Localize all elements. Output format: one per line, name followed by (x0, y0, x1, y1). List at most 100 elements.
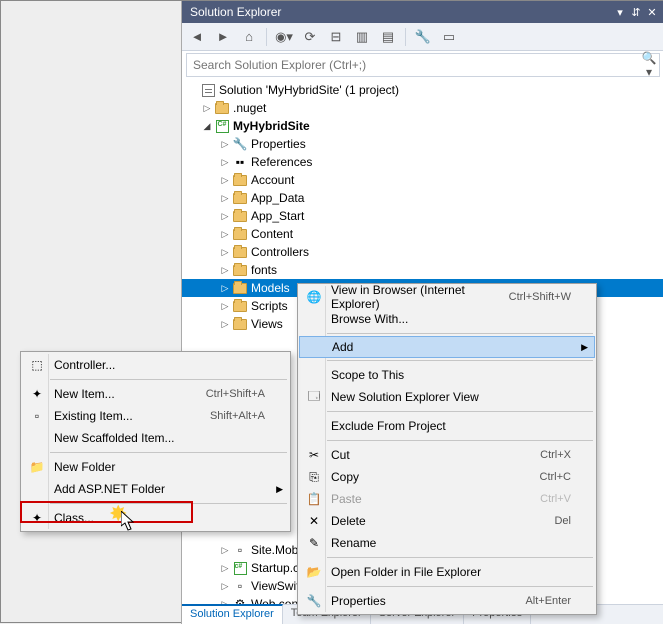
sync-icon[interactable]: ◉▾ (273, 26, 295, 48)
expand-icon[interactable]: ▷ (218, 229, 232, 240)
node-label: Views (251, 317, 283, 331)
new-folder-icon: 📁 (24, 460, 50, 474)
menu-separator (50, 452, 287, 453)
view-code-icon[interactable]: ▭ (438, 26, 460, 48)
show-all-icon[interactable]: ▥ (351, 26, 373, 48)
menu-exclude[interactable]: Exclude From Project (299, 415, 595, 437)
expand-icon[interactable]: ▷ (218, 301, 232, 312)
menu-separator (50, 503, 287, 504)
folder-node[interactable]: ▷Content (182, 225, 663, 243)
menu-new-folder[interactable]: 📁New Folder (22, 456, 289, 478)
node-label: Models (251, 281, 290, 295)
folder-icon (232, 280, 248, 296)
properties-icon[interactable]: 🔧 (412, 26, 434, 48)
new-item-icon: ✦ (24, 387, 50, 401)
csproj-icon (214, 118, 230, 134)
toolbar: ◄ ► ⌂ ◉▾ ⟳ ⊟ ▥ ▤ 🔧 ▭ (182, 23, 663, 51)
collapse-icon[interactable]: ◢ (200, 121, 214, 132)
window-icon: 🗔 (301, 387, 327, 408)
expand-icon[interactable]: ▷ (218, 563, 232, 574)
folder-icon (232, 262, 248, 278)
home-icon[interactable]: ⌂ (238, 26, 260, 48)
expand-icon[interactable]: ▷ (218, 265, 232, 276)
search-box[interactable]: 🔍▾ (186, 53, 660, 77)
node-label: Scripts (251, 299, 288, 313)
expand-icon[interactable]: ▷ (218, 283, 232, 294)
menu-controller[interactable]: ⬚Controller... (22, 354, 289, 376)
menu-add[interactable]: Add▶ (299, 336, 595, 358)
menu-cut[interactable]: ✂CutCtrl+X (299, 444, 595, 466)
project-node[interactable]: ◢ MyHybridSite (182, 117, 663, 135)
expand-icon[interactable]: ▷ (218, 193, 232, 204)
expand-icon[interactable]: ▷ (218, 157, 232, 168)
menu-browse-with[interactable]: Browse With... (299, 308, 595, 330)
search-icon[interactable]: 🔍▾ (639, 51, 659, 79)
close-icon[interactable]: ✕ (644, 6, 660, 19)
folder-node[interactable]: ▷ Controllers (182, 243, 663, 261)
expand-icon[interactable]: ▷ (218, 319, 232, 330)
folder-node[interactable]: ▷App_Start (182, 207, 663, 225)
pin-icon[interactable]: ⇵ (628, 6, 644, 19)
menu-asp-folder[interactable]: Add ASP.NET Folder▶ (22, 478, 289, 500)
folder-node[interactable]: ▷Account (182, 171, 663, 189)
folder-open-icon: 📂 (301, 565, 327, 579)
expand-icon[interactable]: ▷ (218, 139, 232, 150)
forward-icon[interactable]: ► (212, 26, 234, 48)
expand-icon[interactable]: ▷ (218, 599, 232, 605)
properties-node[interactable]: ▷ 🔧 Properties (182, 135, 663, 153)
expand-icon[interactable]: ▷ (200, 103, 214, 114)
menu-separator (327, 411, 593, 412)
expand-icon[interactable]: ▷ (218, 211, 232, 222)
refresh-icon[interactable]: ⟳ (299, 26, 321, 48)
tab-solution-explorer[interactable]: Solution Explorer (182, 604, 283, 624)
wrench-icon: 🔧 (232, 136, 248, 152)
add-submenu: ⬚Controller... ✦New Item...Ctrl+Shift+A … (20, 351, 291, 532)
nuget-node[interactable]: ▷ .nuget (182, 99, 663, 117)
menu-new-item[interactable]: ✦New Item...Ctrl+Shift+A (22, 383, 289, 405)
back-icon[interactable]: ◄ (186, 26, 208, 48)
preview-icon[interactable]: ▤ (377, 26, 399, 48)
panel-title: Solution Explorer (186, 5, 612, 19)
references-node[interactable]: ▷ ▪▪ References (182, 153, 663, 171)
menu-separator (327, 333, 593, 334)
expand-icon[interactable]: ▷ (218, 581, 232, 592)
collapse-icon[interactable]: ⊟ (325, 26, 347, 48)
node-label: App_Data (251, 191, 304, 205)
folder-icon (232, 208, 248, 224)
menu-scope[interactable]: Scope to This (299, 364, 595, 386)
solution-icon (200, 82, 216, 98)
menu-rename[interactable]: ✎Rename (299, 532, 595, 554)
titlebar: Solution Explorer ▾ ⇵ ✕ (182, 1, 663, 23)
menu-open-explorer[interactable]: 📂Open Folder in File Explorer (299, 561, 595, 583)
cs-file-icon (232, 560, 248, 576)
globe-icon: 🌐 (301, 290, 327, 304)
node-label: Web.conf (251, 597, 301, 604)
dropdown-icon[interactable]: ▾ (612, 6, 628, 19)
menu-new-view[interactable]: 🗔New Solution Explorer View (299, 386, 595, 408)
expand-icon[interactable]: ▷ (218, 247, 232, 258)
controller-icon: ⬚ (24, 358, 50, 372)
folder-icon (232, 172, 248, 188)
existing-item-icon: ▫ (24, 409, 50, 423)
folder-node[interactable]: ▷fonts (182, 261, 663, 279)
search-input[interactable] (187, 58, 639, 72)
menu-existing-item[interactable]: ▫Existing Item...Shift+Alt+A (22, 405, 289, 427)
menu-delete[interactable]: ✕DeleteDel (299, 510, 595, 532)
context-menu: 🌐View in Browser (Internet Explorer)Ctrl… (297, 283, 597, 615)
menu-view-browser[interactable]: 🌐View in Browser (Internet Explorer)Ctrl… (299, 286, 595, 308)
node-label: Controllers (251, 245, 309, 259)
wrench-icon: 🔧 (301, 594, 327, 608)
menu-copy[interactable]: ⎘CopyCtrl+C (299, 466, 595, 488)
solution-node[interactable]: Solution 'MyHybridSite' (1 project) (182, 81, 663, 99)
expand-icon[interactable]: ▷ (218, 545, 232, 556)
expand-icon[interactable]: ▷ (218, 175, 232, 186)
folder-node[interactable]: ▷ App_Data (182, 189, 663, 207)
menu-class[interactable]: ✦Class... (22, 507, 289, 529)
separator (405, 28, 406, 46)
rename-icon: ✎ (301, 536, 327, 550)
menu-properties[interactable]: 🔧PropertiesAlt+Enter (299, 590, 595, 612)
node-label: Properties (251, 137, 306, 151)
menu-scaffold[interactable]: New Scaffolded Item... (22, 427, 289, 449)
node-label: MyHybridSite (233, 119, 310, 133)
menu-separator (327, 557, 593, 558)
